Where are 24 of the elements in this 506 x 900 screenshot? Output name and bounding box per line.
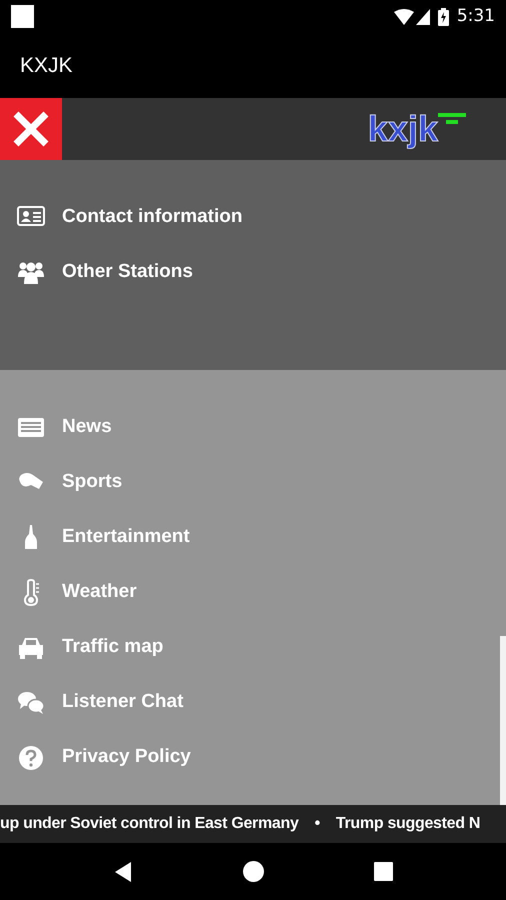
station-logo: kxjk (368, 111, 468, 147)
scrollbar[interactable] (500, 636, 506, 805)
close-icon (12, 110, 50, 148)
menu-item[interactable]: Other Stations (62, 258, 193, 287)
menu-item[interactable]: Contact information (62, 203, 242, 232)
menu-item[interactable]: Listener Chat (62, 688, 184, 717)
home-icon[interactable] (243, 861, 264, 882)
wifi-icon (394, 8, 414, 24)
menu-item[interactable]: News (62, 413, 112, 442)
signal-icon (416, 8, 430, 24)
menu-item[interactable]: Traffic map (62, 633, 164, 662)
notification-icon (11, 5, 34, 28)
status-time: 5:31 (456, 4, 495, 28)
logo-tag-icon (438, 111, 468, 127)
menu-item[interactable]: Privacy Policy (62, 743, 191, 772)
menu-item[interactable]: Weather (62, 578, 137, 607)
help-icon (17, 744, 45, 772)
menu-item[interactable]: Entertainment (62, 523, 190, 552)
close-button[interactable] (0, 98, 62, 160)
battery-icon (438, 8, 449, 26)
back-icon[interactable] (113, 862, 133, 882)
app-title: KXJK (20, 52, 73, 79)
news-ticker: up under Soviet control in East Germany • Trump suggested N (0, 805, 506, 843)
menu-item[interactable]: Sports (62, 468, 122, 497)
